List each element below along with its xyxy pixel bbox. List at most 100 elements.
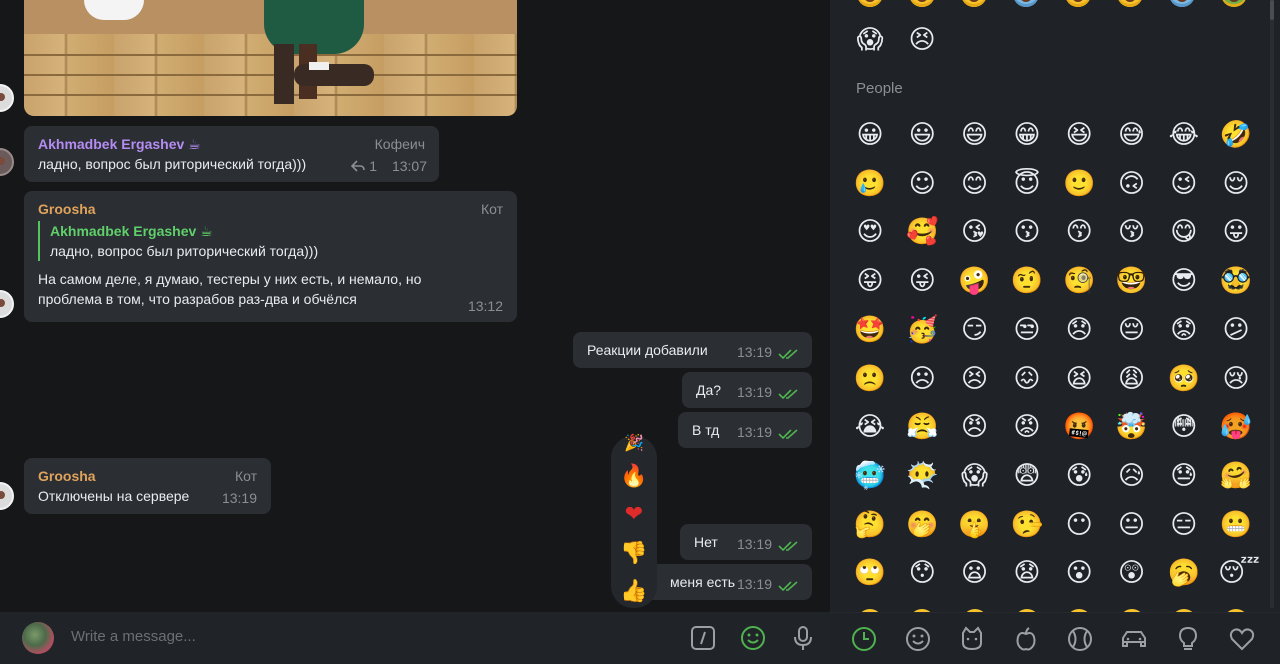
emoji[interactable]: 😳 <box>1166 409 1202 445</box>
emoji[interactable]: 🤪 <box>957 263 993 299</box>
emoji[interactable]: 😲 <box>1114 555 1150 591</box>
car-icon[interactable] <box>1120 625 1148 653</box>
avatar[interactable] <box>0 290 14 318</box>
emoji[interactable]: 😝 <box>852 263 888 299</box>
emoji[interactable]: 😮 <box>1061 555 1097 591</box>
emoji[interactable]: 😀 <box>852 117 888 153</box>
sender-name[interactable]: Groosha <box>38 466 257 486</box>
emoji[interactable]: 😭 <box>852 409 888 445</box>
emoji[interactable]: 😟 <box>1166 312 1202 348</box>
emoji[interactable] <box>904 0 940 12</box>
emoji[interactable]: 😑 <box>1166 507 1202 543</box>
emoji[interactable] <box>1008 0 1044 12</box>
ball-icon[interactable] <box>1066 625 1094 653</box>
emoji[interactable] <box>1112 0 1148 12</box>
emoji-icon[interactable] <box>739 624 767 652</box>
thumbs-down-reaction[interactable]: 👎 <box>611 539 657 567</box>
emoji[interactable]: 😬 <box>1218 507 1254 543</box>
emoji[interactable]: 🥵 <box>1218 409 1254 445</box>
emoji[interactable]: 😨 <box>1009 458 1045 494</box>
emoji[interactable]: 😋 <box>1166 214 1202 250</box>
emoji[interactable]: 😆 <box>1061 117 1097 153</box>
emoji[interactable]: 😱 <box>852 22 888 58</box>
emoji[interactable]: 🥲 <box>852 166 888 202</box>
sender-name[interactable]: Akhmadbek Ergashev ☕ <box>38 134 425 154</box>
message-bubble[interactable]: Groosha Кот Akhmadbek Ergashev ☕ ладно, … <box>24 191 517 322</box>
emoji[interactable]: 😖 <box>1009 361 1045 397</box>
emoji[interactable]: 😌 <box>1218 166 1254 202</box>
emoji[interactable]: 😥 <box>1114 458 1150 494</box>
emoji[interactable]: 😣 <box>904 22 940 58</box>
emoji[interactable]: 🤨 <box>1009 263 1045 299</box>
emoji[interactable]: 😇 <box>1009 166 1045 202</box>
emoji[interactable] <box>1166 604 1202 612</box>
emoji[interactable]: 😦 <box>957 555 993 591</box>
emoji[interactable] <box>1009 604 1045 612</box>
emoji[interactable]: 🙃 <box>1114 166 1150 202</box>
emoji[interactable]: 😂 <box>1166 117 1202 153</box>
emoji[interactable]: 😞 <box>1061 312 1097 348</box>
emoji[interactable]: 😛 <box>1218 214 1254 250</box>
emoji[interactable]: 😔 <box>1114 312 1150 348</box>
emoji[interactable]: 😶‍🌫️ <box>904 458 940 494</box>
emoji[interactable] <box>852 604 888 612</box>
emoji[interactable]: 😯 <box>904 555 940 591</box>
emoji[interactable]: 😫 <box>1061 361 1097 397</box>
scrollbar[interactable] <box>1270 0 1274 608</box>
emoji[interactable]: 😧 <box>1009 555 1045 591</box>
emoji[interactable]: 😜 <box>904 263 940 299</box>
emoji[interactable]: 🥳 <box>904 312 940 348</box>
emoji[interactable]: 😘 <box>957 214 993 250</box>
emoji[interactable]: 🤩 <box>852 312 888 348</box>
emoji[interactable]: 😅 <box>1114 117 1150 153</box>
emoji[interactable] <box>904 604 940 612</box>
emoji[interactable]: ☺ <box>904 166 940 202</box>
emoji[interactable] <box>1164 0 1200 12</box>
emoji[interactable]: 😣 <box>957 361 993 397</box>
emoji[interactable]: 🤗 <box>1218 458 1254 494</box>
emoji[interactable]: 😄 <box>957 117 993 153</box>
apple-icon[interactable] <box>1012 625 1040 653</box>
emoji[interactable]: 😍 <box>852 214 888 250</box>
emoji[interactable] <box>1218 604 1254 612</box>
emoji[interactable]: 😙 <box>1061 214 1097 250</box>
bulb-icon[interactable] <box>1174 625 1202 653</box>
smile-icon[interactable] <box>904 625 932 653</box>
emoji[interactable]: 🥰 <box>904 214 940 250</box>
emoji[interactable]: 😊 <box>957 166 993 202</box>
emoji[interactable]: 🤥 <box>1009 507 1045 543</box>
thumbs-up-reaction[interactable]: 👍 <box>611 577 657 605</box>
message-bubble[interactable]: Нет 13:19 <box>680 524 812 560</box>
emoji[interactable]: 😱 <box>957 458 993 494</box>
emoji[interactable] <box>957 604 993 612</box>
emoji[interactable]: 🥺 <box>1166 361 1202 397</box>
emoji[interactable]: 😤 <box>904 409 940 445</box>
emoji[interactable]: 😶 <box>1061 507 1097 543</box>
emoji[interactable]: 😒 <box>1009 312 1045 348</box>
emoji[interactable] <box>1114 604 1150 612</box>
cat-icon[interactable] <box>958 625 986 653</box>
microphone-icon[interactable] <box>789 624 817 652</box>
emoji[interactable]: 🤯 <box>1114 409 1150 445</box>
emoji[interactable]: 😡 <box>1009 409 1045 445</box>
emoji[interactable]: 🥸 <box>1218 263 1254 299</box>
emoji[interactable]: 🙂 <box>1061 166 1097 202</box>
emoji[interactable] <box>1216 0 1252 12</box>
emoji[interactable]: 😏 <box>957 312 993 348</box>
emoji[interactable] <box>1060 0 1096 12</box>
emoji[interactable] <box>852 0 888 12</box>
heart-reaction[interactable]: ❤ <box>611 500 657 528</box>
emoji[interactable]: ☹ <box>904 361 940 397</box>
emoji[interactable]: 😃 <box>904 117 940 153</box>
recent-icon[interactable] <box>850 625 878 653</box>
emoji[interactable]: 🤭 <box>904 507 940 543</box>
sender-name[interactable]: Groosha <box>38 199 503 219</box>
message-bubble[interactable]: Groosha Отключены на сервере Кот 13:19 <box>24 458 271 514</box>
emoji[interactable]: 🥱 <box>1166 555 1202 591</box>
emoji[interactable]: 😕 <box>1218 312 1254 348</box>
emoji[interactable]: 😩 <box>1114 361 1150 397</box>
party-popper-reaction[interactable]: 🎉 <box>611 430 657 458</box>
emoji[interactable]: 🤬 <box>1061 409 1097 445</box>
message-bubble[interactable]: Реакции добавили 13:19 <box>573 332 812 368</box>
reply-count[interactable]: 1 <box>351 156 377 176</box>
